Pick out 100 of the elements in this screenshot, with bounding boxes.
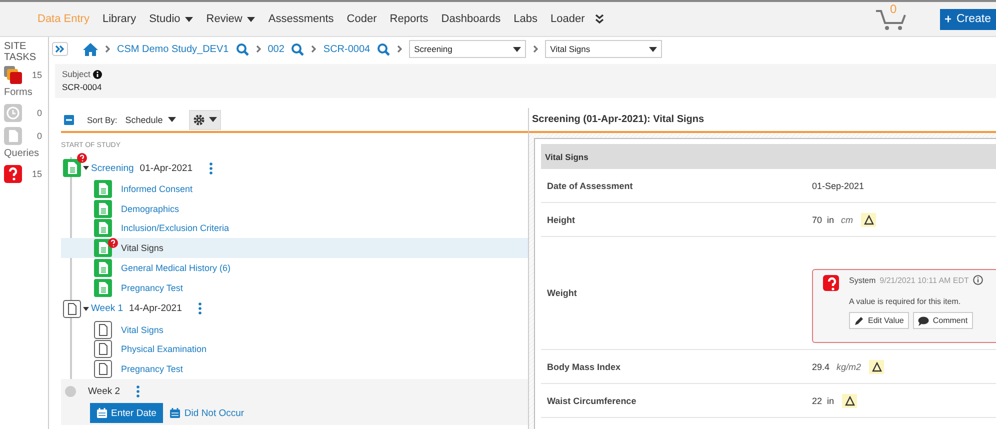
chevron-icon xyxy=(397,45,402,53)
sort-dropdown[interactable]: Schedule xyxy=(125,114,176,124)
item-count: 15 xyxy=(32,168,42,178)
event-select[interactable]: Screening xyxy=(409,40,526,58)
delta-button[interactable] xyxy=(861,212,876,226)
more-menu-icon[interactable] xyxy=(595,14,604,24)
event-link[interactable]: Screening xyxy=(91,162,134,174)
field-label: Date of Assessment xyxy=(546,180,634,190)
task-count: 15 xyxy=(32,70,42,80)
caret-down-icon[interactable] xyxy=(83,165,89,171)
field-label: Weight xyxy=(546,288,578,298)
breadcrumb-link[interactable]: CSM Demo Study_DEV1 xyxy=(117,44,229,54)
sidebar-section-label: Queries xyxy=(4,148,40,159)
form-complete-icon[interactable] xyxy=(94,180,112,198)
nav-link[interactable]: Coder xyxy=(340,13,384,25)
form-icon[interactable] xyxy=(94,320,112,339)
form-icon[interactable] xyxy=(94,340,112,358)
create-button[interactable]: Create xyxy=(940,8,996,30)
field-value: 29.4 xyxy=(812,362,830,372)
nav-link[interactable]: Dashboards xyxy=(434,13,508,25)
form-icon[interactable] xyxy=(94,360,112,378)
form-select[interactable]: Vital Signs xyxy=(545,40,662,58)
form-row[interactable]: Pregnancy Test xyxy=(61,359,528,380)
more-options-icon[interactable] xyxy=(208,162,213,174)
unit-label: kg/m2 xyxy=(836,362,862,372)
unit-label: cm xyxy=(841,214,854,224)
nav-link[interactable]: Labs xyxy=(507,13,544,25)
plus-icon xyxy=(945,14,952,24)
pencil-icon xyxy=(854,316,864,326)
caret-icon xyxy=(649,46,658,52)
settings-button[interactable] xyxy=(188,110,221,130)
collapse-icon[interactable] xyxy=(64,114,74,124)
subject-label: Subject xyxy=(62,69,90,79)
form-complete-icon[interactable] xyxy=(63,159,81,177)
event-date: 14-Apr-2021 xyxy=(129,303,182,314)
delta-button[interactable] xyxy=(842,394,858,408)
comment-button[interactable]: Comment xyxy=(912,312,973,329)
breadcrumb-link[interactable]: 002 xyxy=(268,44,284,54)
search-icon[interactable] xyxy=(377,42,390,56)
nav-link[interactable]: Studio xyxy=(142,13,200,25)
search-icon[interactable] xyxy=(236,42,249,56)
event-name: Week 2 xyxy=(88,386,120,397)
info-icon[interactable] xyxy=(972,275,983,285)
form-row[interactable]: Inclusion/Exclusion Criteria xyxy=(61,218,528,238)
event-link[interactable]: Week 1 xyxy=(91,303,124,314)
form-row[interactable]: General Medical History (6) xyxy=(61,258,528,278)
breadcrumb-link[interactable]: SCR-0004 xyxy=(323,44,370,54)
form-row[interactable]: Informed Consent xyxy=(61,179,528,199)
query-icon[interactable] xyxy=(823,275,839,291)
more-options-icon[interactable] xyxy=(136,384,140,398)
nav-link[interactable]: Loader xyxy=(544,13,592,25)
caret-icon xyxy=(513,46,522,52)
tasks-icon[interactable] xyxy=(4,66,22,84)
search-icon[interactable] xyxy=(291,42,304,56)
form-complete-icon[interactable] xyxy=(94,278,112,297)
field-value: 22 xyxy=(812,396,822,406)
calendar-icon xyxy=(170,408,180,418)
field-value: 01-Sep-2021 xyxy=(812,180,864,190)
query-icon[interactable] xyxy=(4,164,22,182)
delta-button[interactable] xyxy=(869,360,884,374)
settings-icon xyxy=(192,114,205,126)
query-author: System xyxy=(849,276,876,284)
form-row[interactable]: Vital Signs xyxy=(61,320,528,340)
cart-count: 0 xyxy=(890,2,897,16)
nav-link[interactable]: Reports xyxy=(383,13,435,25)
item-count: 0 xyxy=(36,130,42,140)
form-row[interactable]: Physical Examination xyxy=(61,340,528,360)
sidebar-section-label: Forms xyxy=(4,87,34,98)
chevron-icon xyxy=(105,45,110,53)
nav-link[interactable]: Review xyxy=(200,13,262,25)
event-date: 01-Apr-2021 xyxy=(140,162,193,174)
did-not-occur-link[interactable]: Did Not Occur xyxy=(170,408,244,419)
more-options-icon[interactable] xyxy=(198,302,202,316)
query-timestamp: 9/21/2021 10:11 AM EDT xyxy=(880,276,969,284)
home-icon[interactable] xyxy=(83,42,98,56)
expand-icon[interactable] xyxy=(52,42,68,56)
form-row[interactable]: Pregnancy Test xyxy=(61,278,528,298)
edit-value-button[interactable]: Edit Value xyxy=(849,312,909,329)
unit-label: in xyxy=(827,214,834,224)
nav-link[interactable]: Assessments xyxy=(262,13,340,25)
caret-down-icon[interactable] xyxy=(83,306,89,312)
form-complete-icon[interactable] xyxy=(94,259,112,278)
nav-link[interactable]: Library xyxy=(96,13,143,25)
unit-label: in xyxy=(827,396,834,406)
form-complete-icon[interactable] xyxy=(94,200,112,218)
field-label: Waist Circumference xyxy=(546,396,638,406)
form-icon[interactable] xyxy=(63,300,81,318)
form-row[interactable]: Vital Signs xyxy=(61,238,528,258)
calendar-icon xyxy=(97,408,107,418)
timeline-dot-icon xyxy=(65,386,76,397)
form-row[interactable]: Demographics xyxy=(61,198,528,219)
section-header: Vital Signs xyxy=(541,144,996,169)
chevron-icon xyxy=(256,45,261,53)
item-count: 0 xyxy=(36,108,42,118)
form-complete-icon[interactable] xyxy=(94,219,112,238)
enter-date-button[interactable]: Enter Date xyxy=(90,403,164,424)
form-complete-icon[interactable] xyxy=(94,239,112,258)
info-icon[interactable] xyxy=(93,70,102,78)
query-message: A value is required for this item. xyxy=(849,297,962,306)
caret-icon xyxy=(208,117,217,122)
